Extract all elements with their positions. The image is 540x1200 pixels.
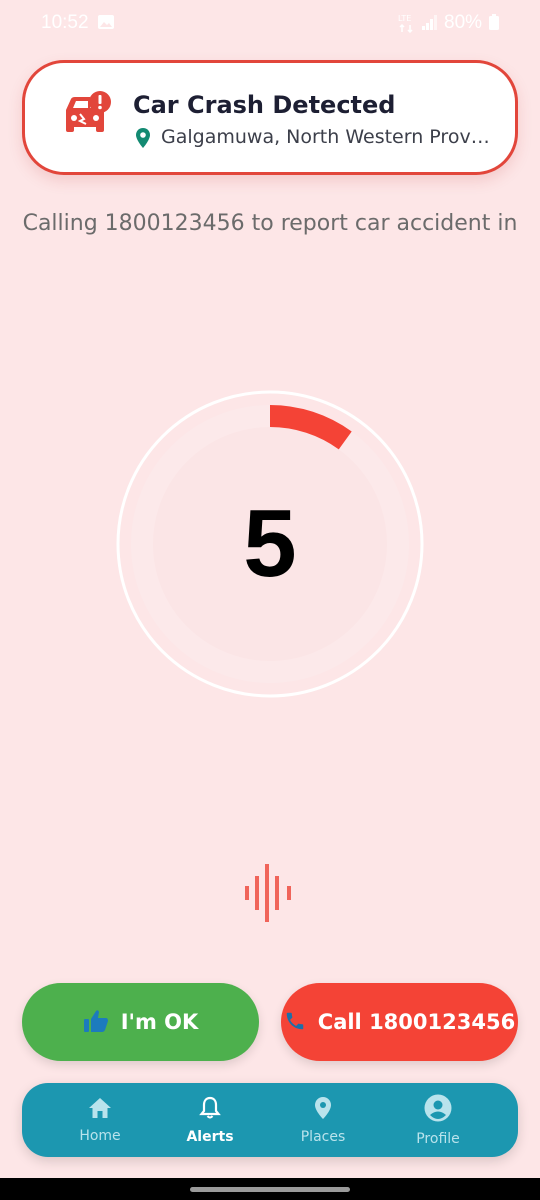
battery-icon bbox=[488, 14, 500, 37]
status-bar: 10:52 LTE 80% bbox=[0, 0, 540, 46]
lte-icon: LTE bbox=[398, 13, 416, 39]
car-crash-icon bbox=[60, 90, 112, 143]
alert-location: Galgamuwa, North Western Province, Sri L… bbox=[161, 126, 491, 148]
nav-item-places[interactable]: Places bbox=[273, 1083, 373, 1157]
crash-alert-card: Car Crash Detected Galgamuwa, North West… bbox=[22, 60, 518, 175]
account-circle-icon bbox=[424, 1094, 452, 1127]
audio-waveform-icon bbox=[243, 864, 297, 927]
signal-icon bbox=[421, 13, 439, 37]
home-icon bbox=[88, 1097, 112, 1124]
status-time: 10:52 bbox=[41, 12, 89, 33]
bottom-navigation: Home Alerts Places Profile bbox=[22, 1083, 518, 1157]
phone-icon bbox=[284, 1010, 306, 1035]
gallery-notification-icon bbox=[97, 14, 115, 36]
countdown-number: 5 bbox=[243, 490, 297, 597]
nav-label-home: Home bbox=[79, 1127, 121, 1144]
calling-status-text: Calling 1800123456 to report car acciden… bbox=[22, 211, 518, 236]
alert-title: Car Crash Detected bbox=[133, 91, 396, 119]
im-ok-label: I'm OK bbox=[120, 1010, 199, 1034]
location-pin-icon bbox=[135, 127, 151, 154]
nav-label-places: Places bbox=[300, 1128, 346, 1145]
im-ok-button[interactable]: I'm OK bbox=[22, 983, 259, 1061]
nav-label-alerts: Alerts bbox=[186, 1128, 234, 1145]
call-emergency-button[interactable]: Call 1800123456 bbox=[281, 983, 518, 1061]
nav-item-home[interactable]: Home bbox=[50, 1083, 150, 1157]
battery-percentage: 80% bbox=[444, 12, 483, 33]
thumbs-up-icon bbox=[83, 1009, 109, 1036]
nav-item-profile[interactable]: Profile bbox=[388, 1083, 488, 1157]
bell-icon bbox=[199, 1096, 221, 1125]
call-button-label: Call 1800123456 bbox=[317, 1010, 516, 1034]
nav-item-alerts[interactable]: Alerts bbox=[160, 1083, 260, 1157]
home-gesture-indicator[interactable] bbox=[190, 1187, 350, 1192]
svg-text:LTE: LTE bbox=[398, 14, 411, 23]
location-pin-icon bbox=[314, 1096, 332, 1125]
nav-label-profile: Profile bbox=[416, 1130, 460, 1147]
